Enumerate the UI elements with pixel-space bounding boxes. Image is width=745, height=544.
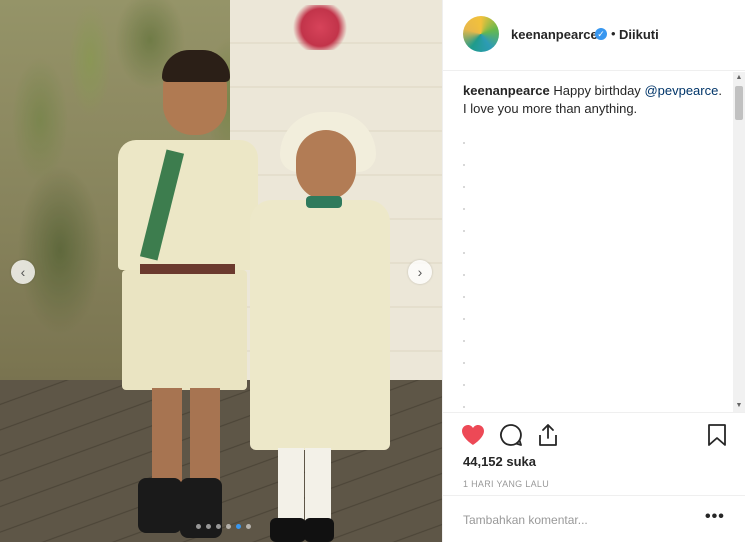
scrollbar-thumb[interactable] bbox=[735, 86, 743, 120]
girl-leg-right bbox=[305, 448, 331, 528]
carousel-dot bbox=[226, 524, 231, 529]
caption-username[interactable]: keenanpearce bbox=[463, 83, 550, 98]
caption-mention-link[interactable]: @pevpearce bbox=[644, 83, 718, 98]
follow-button[interactable]: Diikuti bbox=[619, 27, 659, 42]
post-photo[interactable]: ‹ › bbox=[0, 0, 442, 542]
more-options-icon[interactable]: ••• bbox=[705, 508, 725, 526]
save-button[interactable] bbox=[703, 421, 731, 449]
share-icon bbox=[539, 424, 557, 446]
carousel-dot bbox=[216, 524, 221, 529]
verified-badge-icon: ✓ bbox=[595, 28, 607, 40]
comment-bubble-icon bbox=[500, 424, 522, 446]
carousel-dot bbox=[206, 524, 211, 529]
post-actions: 44,152 suka 1 HARI YANG LALU ••• bbox=[443, 412, 745, 543]
avatar[interactable] bbox=[463, 16, 499, 52]
carousel-dot bbox=[196, 524, 201, 529]
girl-head bbox=[296, 130, 356, 200]
boy-leg-left bbox=[152, 388, 182, 483]
caption-text: Happy birthday bbox=[553, 83, 641, 98]
caption: keenanpearce Happy birthday @pevpearce. … bbox=[463, 82, 725, 118]
boy-shirt bbox=[118, 140, 258, 270]
photo-flower bbox=[290, 5, 350, 50]
boy-shoe-right bbox=[180, 478, 222, 538]
likes-count[interactable]: 44,152 suka bbox=[463, 454, 536, 469]
comment-placeholder-ticks bbox=[463, 142, 465, 412]
follow-separator: • bbox=[611, 26, 616, 41]
boy-shoe-left bbox=[138, 478, 182, 533]
carousel-next-button[interactable]: › bbox=[408, 260, 432, 284]
boy-shorts bbox=[122, 270, 247, 390]
add-comment-bar: ••• bbox=[443, 495, 745, 544]
heart-icon bbox=[462, 425, 484, 445]
post-header: keenanpearce ✓ • Diikuti bbox=[443, 0, 745, 71]
header-username[interactable]: keenanpearce bbox=[511, 27, 598, 42]
like-button[interactable] bbox=[459, 421, 487, 449]
chevron-left-icon: ‹ bbox=[20, 264, 26, 280]
comments-scrollbar[interactable]: ▲ ▼ bbox=[733, 72, 745, 412]
carousel-dot bbox=[246, 524, 251, 529]
instagram-post: ‹ › keenanpearce ✓ • Diikuti keenanpearc… bbox=[0, 0, 745, 542]
carousel-prev-button[interactable]: ‹ bbox=[11, 260, 35, 284]
chevron-right-icon: › bbox=[417, 264, 423, 280]
comment-button[interactable] bbox=[497, 421, 525, 449]
girl-shoe-right bbox=[304, 518, 334, 542]
bookmark-icon bbox=[708, 424, 726, 446]
boy-leg-right bbox=[190, 388, 220, 483]
boy-belt bbox=[140, 264, 235, 274]
carousel-dot bbox=[236, 524, 241, 529]
post-timestamp[interactable]: 1 HARI YANG LALU bbox=[463, 479, 549, 489]
comments-section: keenanpearce Happy birthday @pevpearce. … bbox=[463, 82, 725, 412]
girl-dress bbox=[250, 200, 390, 450]
carousel-indicator bbox=[196, 524, 251, 529]
post-side-panel: keenanpearce ✓ • Diikuti keenanpearce Ha… bbox=[442, 0, 745, 542]
scroll-up-arrow-icon[interactable]: ▲ bbox=[733, 72, 745, 84]
share-button[interactable] bbox=[534, 421, 562, 449]
scroll-down-arrow-icon[interactable]: ▼ bbox=[733, 400, 745, 412]
girl-leg-left bbox=[278, 448, 304, 528]
comment-input[interactable] bbox=[463, 510, 683, 530]
girl-bow bbox=[306, 196, 342, 208]
girl-shoe-left bbox=[270, 518, 306, 542]
